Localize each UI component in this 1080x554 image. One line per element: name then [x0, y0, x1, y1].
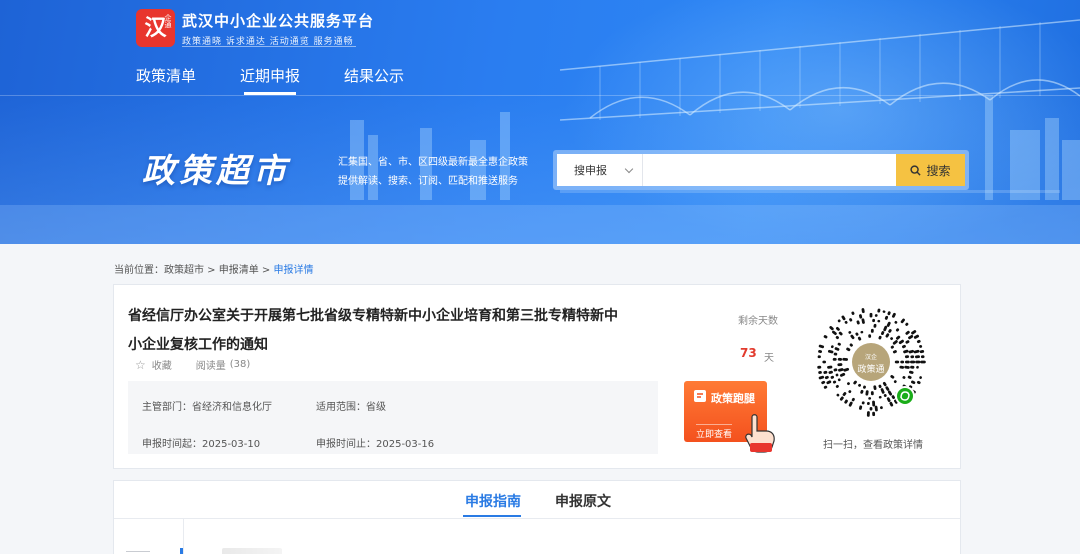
- side-menu-divider: [183, 519, 184, 554]
- search-button-label: 搜索: [926, 163, 951, 178]
- qr-code[interactable]: 汉企 政策通: [815, 306, 927, 418]
- section-heading-partial: [222, 548, 282, 554]
- start-date-label: 申报时间起：: [142, 439, 202, 450]
- remaining-days-unit: 天: [764, 353, 774, 364]
- side-menu-item[interactable]: [126, 551, 150, 552]
- document-meta: ☆ 收藏 阅读量 (38): [135, 357, 251, 373]
- collect-button[interactable]: 收藏: [152, 357, 172, 372]
- star-icon[interactable]: ☆: [135, 358, 146, 372]
- search-button[interactable]: 搜索: [896, 154, 965, 186]
- start-date-info: 申报时间起：2025-03-10: [142, 435, 260, 450]
- content-tabs-card: [113, 480, 961, 554]
- active-tab-indicator: [463, 515, 521, 517]
- breadcrumb-item-policy-market[interactable]: 政策超市: [164, 265, 204, 276]
- end-date-value: 2025-03-16: [376, 439, 435, 450]
- read-count-value: (38): [229, 359, 251, 370]
- hero-desc-line2: 提供解读、搜索、订阅、匹配和推送服务: [338, 176, 518, 187]
- search-type-value: 搜申报: [574, 164, 607, 177]
- scope-label: 适用范围：: [316, 402, 366, 413]
- hero-desc-line1: 汇集国、省、市、区四级最新最全惠企政策: [338, 157, 528, 168]
- breadcrumb-item-apply-list[interactable]: 申报清单: [219, 265, 259, 276]
- site-title[interactable]: 武汉中小企业公共服务平台: [182, 10, 374, 31]
- read-count-label: 阅读量: [195, 361, 226, 372]
- tab-original-text[interactable]: 申报原文: [555, 491, 611, 511]
- dept-value: 省经济和信息化厅: [192, 402, 272, 413]
- hero-description: 汇集国、省、市、区四级最新最全惠企政策 提供解读、搜索、订阅、匹配和推送服务: [338, 153, 528, 191]
- end-date-info: 申报时间止：2025-03-16: [316, 435, 434, 450]
- tabs-divider: [114, 518, 960, 519]
- search-icon: [910, 164, 922, 176]
- header-banner: 汉 企通 武汉中小企业公共服务平台 政策通晓 诉求通达 活动通览 服务通畅 政策…: [0, 0, 1080, 244]
- slogan-underline: [182, 46, 356, 47]
- remaining-days-label: 剩余天数: [738, 316, 778, 327]
- svg-text:汉企: 汉企: [865, 353, 877, 361]
- dept-label: 主管部门：: [142, 402, 192, 413]
- nav-divider: [0, 95, 1080, 96]
- site-logo[interactable]: 汉 企通: [136, 9, 175, 47]
- qr-caption: 扫一扫，查看政策详情: [823, 440, 923, 451]
- search-bar: 搜申报 搜索: [553, 150, 969, 190]
- breadcrumb: 当前位置：政策超市 > 申报清单 > 申报详情: [114, 261, 314, 276]
- qr-center-label: 政策通: [857, 363, 884, 375]
- end-date-label: 申报时间止：: [316, 439, 376, 450]
- breadcrumb-current: 申报详情: [273, 265, 314, 276]
- logo-small-text: 企通: [164, 14, 172, 28]
- hero-title: 政策超市: [142, 151, 290, 190]
- nav-item-results[interactable]: 结果公示: [344, 65, 404, 95]
- breadcrumb-sep: >: [204, 265, 219, 276]
- errand-icon: [694, 390, 706, 402]
- document-title: 省经信厅办公室关于开展第七批省级专精特新中小企业培育和第三批专精特新中小企业复核…: [128, 308, 618, 353]
- chevron-down-icon: [624, 164, 634, 174]
- start-date-value: 2025-03-10: [202, 439, 261, 450]
- promo-title: 政策跑腿: [711, 392, 755, 405]
- nav-item-policy-list[interactable]: 政策清单: [136, 65, 196, 95]
- scope-info: 适用范围：省级: [316, 398, 386, 413]
- view-now-button[interactable]: 立即查看: [696, 424, 733, 440]
- nav-item-recent-apply[interactable]: 近期申报: [240, 65, 300, 95]
- search-type-select[interactable]: 搜申报: [557, 154, 643, 186]
- breadcrumb-prefix: 当前位置：: [114, 265, 164, 276]
- dept-info: 主管部门：省经济和信息化厅: [142, 398, 272, 413]
- search-input[interactable]: [643, 154, 896, 186]
- remaining-days-value: 73: [740, 346, 757, 360]
- scope-value: 省级: [366, 402, 386, 413]
- pointing-hand-icon: [745, 414, 775, 453]
- breadcrumb-sep: >: [258, 265, 274, 276]
- main-nav: 政策清单 近期申报 结果公示: [136, 65, 448, 95]
- side-menu-active-mark: [180, 548, 183, 554]
- tab-apply-guide[interactable]: 申报指南: [465, 491, 521, 511]
